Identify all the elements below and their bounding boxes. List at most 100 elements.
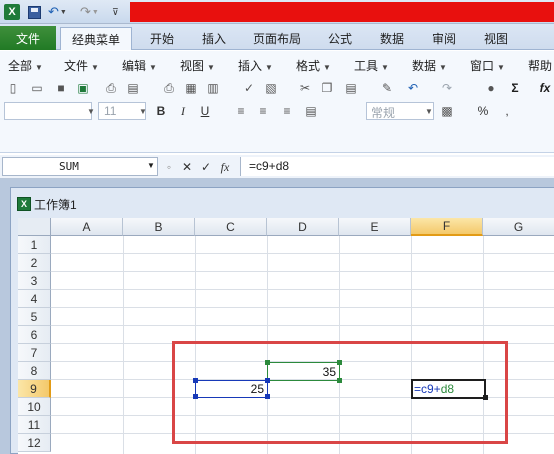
spelling-icon[interactable]: ✓ (242, 81, 256, 95)
menu-help[interactable]: 帮助 (528, 57, 552, 74)
quick-access-toolbar: X ↶ ▼ ↷ ▼ ⊽ (0, 0, 554, 24)
row-header-9[interactable]: 9 (18, 380, 51, 398)
redo-icon[interactable]: ↷ ▼ (80, 4, 99, 20)
tab-classic-menu[interactable]: 经典菜单 (60, 27, 132, 50)
tab-page-layout[interactable]: 页面布局 (246, 27, 308, 50)
column-header-b[interactable]: B (123, 218, 195, 236)
currency-icon[interactable]: ▩ (440, 104, 454, 118)
chevron-down-icon[interactable]: ▼ (136, 104, 150, 118)
menu-format[interactable]: 格式 ▼ (296, 57, 331, 74)
print-icon[interactable]: ⎙ (162, 81, 176, 95)
menu-tools[interactable]: 工具 ▼ (354, 57, 389, 74)
tab-file[interactable]: 文件 (0, 26, 56, 50)
new-icon[interactable]: ▯ (6, 81, 20, 95)
tab-view[interactable]: 视图 (474, 27, 518, 50)
menu-all[interactable]: 全部 ▼ (8, 57, 43, 74)
formula-bar: SUM ▼ ◦ ✕ ✓ fx =c9+d8 (0, 155, 554, 179)
menu-view[interactable]: 视图 ▼ (180, 57, 215, 74)
name-box[interactable]: SUM ▼ (2, 157, 158, 176)
menu-edit[interactable]: 编辑 ▼ (122, 57, 157, 74)
align-left-icon[interactable]: ≡ (234, 104, 248, 118)
menu-window[interactable]: 窗口 ▼ (470, 57, 505, 74)
select-all-corner[interactable] (18, 218, 51, 236)
toolbar-spacer (0, 125, 554, 153)
bold-button[interactable]: B (154, 104, 168, 118)
tab-formulas[interactable]: 公式 (318, 27, 362, 50)
column-header-d[interactable]: D (267, 218, 339, 236)
insert-function-icon[interactable]: fx (538, 81, 552, 95)
formula-input[interactable]: =c9+d8 (240, 157, 554, 176)
permission-icon[interactable]: ▤ (126, 81, 140, 95)
align-right-icon[interactable]: ≡ (280, 104, 294, 118)
cancel-formula-button[interactable]: ✕ (180, 160, 194, 174)
column-header-f[interactable]: F (411, 218, 483, 236)
row-header-11[interactable]: 11 (18, 416, 51, 434)
grid-line (51, 325, 554, 326)
menu-insert[interactable]: 插入 ▼ (238, 57, 273, 74)
grid-line (51, 289, 554, 290)
excel-logo-icon[interactable]: X (4, 4, 20, 20)
grid-line (51, 307, 554, 308)
font-name-select[interactable] (4, 102, 92, 120)
print-preview-icon[interactable]: ⎙ (104, 81, 118, 95)
row-header-3[interactable]: 3 (18, 272, 51, 290)
open-icon[interactable]: ▭ (30, 81, 44, 95)
customize-icon[interactable]: ⊽ (112, 4, 119, 20)
merge-center-icon[interactable]: ▤ (304, 104, 318, 118)
chevron-down-icon[interactable]: ▼ (147, 161, 155, 170)
row-header-6[interactable]: 6 (18, 326, 51, 344)
print-area-icon[interactable]: ▦ (184, 81, 198, 95)
tab-data[interactable]: 数据 (370, 27, 414, 50)
column-header-c[interactable]: C (195, 218, 267, 236)
underline-button[interactable]: U (198, 104, 212, 118)
row-header-10[interactable]: 10 (18, 398, 51, 416)
percent-button[interactable]: % (476, 104, 490, 118)
grid-line (51, 253, 554, 254)
excel-icon[interactable]: ▣ (76, 81, 90, 95)
undo-toolbar-icon[interactable]: ↶ (406, 81, 420, 95)
enter-formula-button[interactable]: ✓ (199, 160, 213, 174)
comma-button[interactable]: , (500, 104, 514, 118)
insert-function-button[interactable]: fx (218, 160, 232, 174)
ribbon-tabs: 文件 经典菜单 开始 插入 页面布局 公式 数据 审阅 视图 (0, 24, 554, 50)
redo-toolbar-icon[interactable]: ↷ (440, 81, 454, 95)
workbook-icon: X (17, 197, 31, 211)
save-file-icon[interactable]: ■ (54, 81, 68, 95)
tab-insert[interactable]: 插入 (192, 27, 236, 50)
copy-icon[interactable]: ❐ (320, 81, 334, 95)
chevron-down-icon[interactable]: ▼ (422, 104, 436, 118)
row-header-2[interactable]: 2 (18, 254, 51, 272)
menu-data[interactable]: 数据 ▼ (412, 57, 447, 74)
tab-review[interactable]: 审阅 (422, 27, 466, 50)
menu-file[interactable]: 文件 ▼ (64, 57, 99, 74)
undo-icon[interactable]: ↶ ▼ (48, 4, 67, 20)
column-header-g[interactable]: G (483, 218, 554, 236)
format-painter-icon[interactable]: ✎ (380, 81, 394, 95)
row-header-4[interactable]: 4 (18, 290, 51, 308)
row-header-8[interactable]: 8 (18, 362, 51, 380)
italic-button[interactable]: I (176, 104, 190, 118)
research-icon[interactable]: ▥ (206, 81, 220, 95)
row-header-1[interactable]: 1 (18, 236, 51, 254)
grid-line (123, 236, 124, 454)
align-center-icon[interactable]: ≡ (256, 104, 270, 118)
standard-toolbar: ▯ ▭ ■ ▣ ⎙ ▤ ⎙ ▦ ▥ ✓ ▧ ✂ ❐ ▤ ✎ ↶ ↷ ● Σ fx (0, 77, 554, 99)
row-header-12[interactable]: 12 (18, 434, 51, 452)
hyperlink-icon[interactable]: ● (484, 81, 498, 95)
brand-bar (130, 2, 554, 22)
save-icon[interactable] (28, 4, 41, 20)
resize-handle-icon[interactable]: ◦ (162, 160, 176, 174)
tab-home[interactable]: 开始 (140, 27, 184, 50)
column-header-e[interactable]: E (339, 218, 411, 236)
grid-line (51, 271, 554, 272)
column-header-a[interactable]: A (51, 218, 123, 236)
classic-menu-bar: 全部 ▼ 文件 ▼ 编辑 ▼ 视图 ▼ 插入 ▼ 格式 ▼ 工具 ▼ 数据 ▼ 窗口 ▼ 帮助 (0, 51, 554, 77)
row-header-5[interactable]: 5 (18, 308, 51, 326)
cut-icon[interactable]: ✂ (298, 81, 312, 95)
chevron-down-icon[interactable]: ▼ (84, 104, 98, 118)
paste-icon[interactable]: ▤ (344, 81, 358, 95)
translate-icon[interactable]: ▧ (264, 81, 278, 95)
autosum-icon[interactable]: Σ (508, 81, 522, 95)
workbook-title: X 工作簿1 (17, 194, 77, 214)
row-header-7[interactable]: 7 (18, 344, 51, 362)
